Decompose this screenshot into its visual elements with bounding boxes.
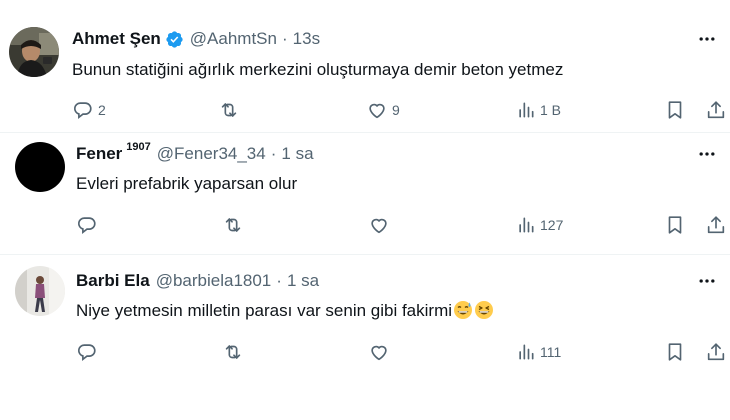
- like-button[interactable]: 9: [366, 98, 400, 122]
- retweet-icon: [222, 214, 244, 236]
- user-handle[interactable]: @AahmtSn: [190, 29, 277, 49]
- share-button[interactable]: [705, 98, 727, 122]
- reply-icon: [76, 341, 98, 363]
- retweet-button[interactable]: [218, 98, 244, 122]
- separator-dot: ·: [276, 271, 282, 290]
- reply-count: 2: [98, 102, 106, 118]
- like-button[interactable]: [368, 340, 394, 364]
- views-button[interactable]: 127: [516, 213, 563, 237]
- views-icon: [516, 342, 536, 362]
- share-button[interactable]: [705, 340, 727, 364]
- tweet[interactable]: Fener 1907 @Fener34_34 · 1 sa Evleri pre…: [0, 132, 730, 254]
- tweet-header: Fener 1907 @Fener34_34 · 1 sa: [76, 141, 314, 166]
- like-button[interactable]: [368, 213, 394, 237]
- views-count: 1 B: [540, 102, 562, 118]
- laughing-emoji-icon: [474, 300, 494, 320]
- display-name[interactable]: Barbi Ela: [76, 271, 150, 291]
- separator-dot: ·: [270, 144, 277, 163]
- verified-badge-icon: [165, 30, 184, 49]
- tweet-header: Ahmet Şen @AahmtSn · 13s: [72, 27, 320, 51]
- retweet-button[interactable]: [222, 340, 248, 364]
- more-options-icon[interactable]: [694, 26, 720, 52]
- share-icon: [705, 99, 727, 121]
- bookmark-icon: [664, 214, 686, 236]
- views-button[interactable]: 1 B: [516, 98, 561, 122]
- reply-icon: [72, 99, 94, 121]
- bookmark-button[interactable]: [664, 340, 686, 364]
- tweet-text-row: Niye yetmesin milletin parası var senin …: [76, 300, 494, 322]
- tweet-actions: 2 9 1 B: [72, 98, 730, 122]
- retweet-icon: [222, 341, 244, 363]
- heart-icon: [366, 99, 388, 121]
- tweet[interactable]: Barbi Ela @barbiela1801 · 1 sa Niye yetm…: [0, 254, 730, 420]
- retweet-icon: [218, 99, 240, 121]
- display-name[interactable]: Ahmet Şen: [72, 29, 161, 49]
- views-count: 127: [540, 217, 564, 233]
- reply-button[interactable]: 2: [72, 98, 106, 122]
- user-handle[interactable]: @Fener34_34: [157, 144, 266, 164]
- heart-icon: [368, 341, 390, 363]
- heart-icon: [368, 214, 390, 236]
- retweet-button[interactable]: [222, 213, 248, 237]
- share-icon: [705, 214, 727, 236]
- tweet-actions: 127: [72, 213, 730, 237]
- timestamp[interactable]: 13s: [293, 29, 320, 49]
- views-button[interactable]: 111: [516, 340, 561, 364]
- separator-dot: ·: [281, 29, 288, 48]
- tweet-text: Evleri prefabrik yaparsan olur: [76, 174, 298, 193]
- bookmark-button[interactable]: [664, 213, 686, 237]
- tweet-header: Barbi Ela @barbiela1801 · 1 sa: [76, 269, 319, 293]
- bookmark-icon: [664, 99, 686, 121]
- bookmark-button[interactable]: [664, 98, 686, 122]
- tweet[interactable]: Ahmet Şen @AahmtSn · 13s Bunun statiğini…: [0, 0, 730, 132]
- views-count: 111: [540, 344, 562, 360]
- bookmark-icon: [664, 341, 686, 363]
- display-name[interactable]: Fener: [76, 144, 122, 164]
- avatar[interactable]: [15, 142, 65, 192]
- views-icon: [516, 215, 536, 235]
- more-options-icon[interactable]: [694, 268, 720, 294]
- reply-button[interactable]: [76, 340, 102, 364]
- tweet-text: Bunun statiğini ağırlık merkezini oluştu…: [72, 60, 564, 79]
- more-options-icon[interactable]: [694, 141, 720, 167]
- display-name-superscript: 1907: [126, 141, 151, 153]
- tweet-text: Niye yetmesin milletin parası var senin …: [76, 301, 453, 320]
- avatar[interactable]: [9, 27, 59, 77]
- reply-button[interactable]: [76, 213, 102, 237]
- grinning-sweat-emoji-icon: [453, 300, 473, 320]
- user-handle[interactable]: @barbiela1801: [156, 271, 272, 291]
- timestamp[interactable]: 1 sa: [287, 271, 319, 291]
- reply-icon: [76, 214, 98, 236]
- share-button[interactable]: [705, 213, 727, 237]
- tweet-actions: 111: [72, 340, 730, 364]
- avatar[interactable]: [15, 266, 65, 316]
- timestamp[interactable]: 1 sa: [281, 144, 313, 164]
- like-count: 9: [392, 102, 400, 118]
- share-icon: [705, 341, 727, 363]
- views-icon: [516, 100, 536, 120]
